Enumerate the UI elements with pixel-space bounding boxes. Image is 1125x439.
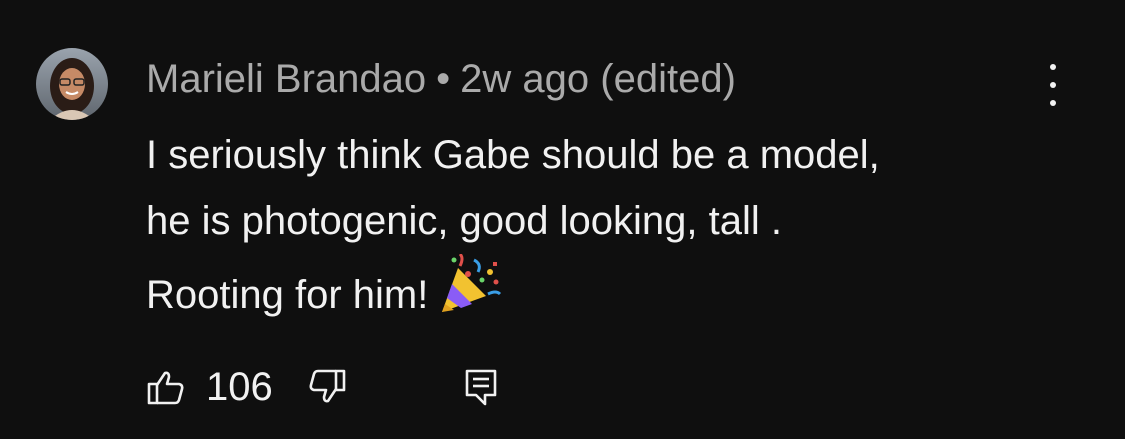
comment-line: I seriously think Gabe should be a model… [146,133,880,177]
comment-item: Marieli Brandao • 2w ago (edited) I seriou… [0,0,1125,439]
thumbs-up-icon[interactable] [146,367,186,407]
comment-line: he is photogenic, good looking, tall . [146,199,782,243]
comment-header: Marieli Brandao • 2w ago (edited) [146,54,736,104]
separator-dot: • [436,57,451,101]
more-vertical-icon[interactable] [1036,64,1070,106]
avatar[interactable] [36,48,108,120]
comment-text: I seriously think Gabe should be a model… [146,122,1046,336]
comment-time: 2w ago [460,57,590,101]
edited-label: (edited) [600,57,736,101]
author-name[interactable]: Marieli Brandao [146,57,426,101]
comment-line-text: Rooting for him! [146,273,429,317]
comment-line-last: Rooting for him! [146,252,1046,336]
comment-actions: 106 [146,360,499,414]
like-count: 106 [206,364,273,409]
thumbs-down-icon[interactable] [307,367,347,407]
party-popper-icon [438,252,502,336]
reply-comment-icon[interactable] [463,367,499,407]
